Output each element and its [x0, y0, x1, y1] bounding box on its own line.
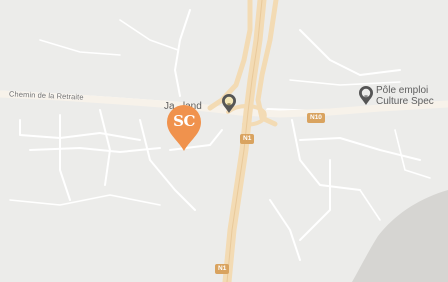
poi-label-culture-spec[interactable]: Culture Spec: [376, 96, 434, 107]
poi-label-pole-emploi[interactable]: Pôle emploi: [376, 85, 428, 96]
poi-lightbulb-pin-icon[interactable]: [358, 86, 374, 106]
brand-map-pin-icon[interactable]: SC: [165, 104, 203, 152]
map-base-layer: [0, 0, 448, 282]
poi-lightbulb-pin-icon[interactable]: [221, 94, 237, 114]
road-shield-n1-upper: N1: [240, 134, 255, 144]
road-shield-n10: N10: [307, 113, 325, 123]
road-shield-n1-lower: N1: [215, 264, 230, 274]
map-canvas[interactable]: Chemin de la Retraite N1 N10 N1 Ja...lan…: [0, 0, 448, 282]
brand-marker-label: SC: [173, 112, 195, 130]
